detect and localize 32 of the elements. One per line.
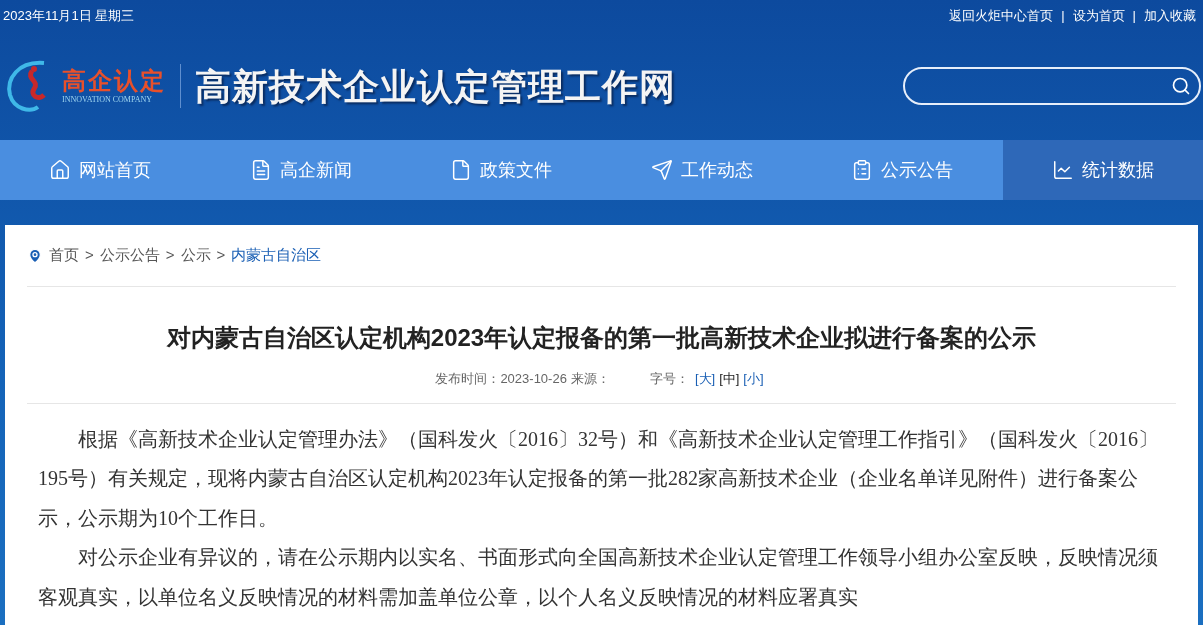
link-separator: | xyxy=(1061,7,1065,26)
source-label: 来源： xyxy=(570,370,610,388)
home-icon xyxy=(49,159,72,181)
font-size-link[interactable]: [大] xyxy=(694,369,716,389)
logo-text: 高企认定 xyxy=(62,68,166,93)
font-size-link[interactable]: [中] xyxy=(719,369,740,389)
nav-tab[interactable]: 统计数据 xyxy=(1002,140,1203,200)
publish-date: 发布时间：2023-10-26 xyxy=(435,370,567,388)
breadcrumb-separator: > xyxy=(165,245,175,266)
breadcrumb-separator: > xyxy=(85,245,94,266)
breadcrumb-separator: > xyxy=(216,245,226,266)
date-text: 2023年11月1日 星期三 xyxy=(3,7,135,26)
breadcrumb-link[interactable]: 公示 xyxy=(180,244,211,267)
breadcrumb-link[interactable]: 内蒙古自治区 xyxy=(231,244,322,267)
logo-subtext: INNOVATION COMPANY xyxy=(62,95,153,104)
site-title: 高新技术企业认定管理工作网 xyxy=(195,64,676,109)
article-paragraph: 对公示企业有异议的，请在公示期内以实名、书面形式向全国高新技术企业认定管理工作领导小组办公室反映，反映情况须客观真实，以单位名义反映情况的材料需加盖单位公章，以个人名义反映情况的材料应署真实 xyxy=(38,545,1159,610)
paper-plane-icon xyxy=(650,159,673,181)
breadcrumb-link[interactable]: 首页 xyxy=(49,244,79,267)
search-field[interactable] xyxy=(903,67,1201,105)
header-link[interactable]: 加入收藏 xyxy=(1144,6,1196,26)
header-link[interactable]: 设为首页 xyxy=(1072,6,1125,26)
line-chart-icon xyxy=(1051,159,1074,181)
search-icon[interactable] xyxy=(1171,76,1191,96)
header-link[interactable]: 返回火炬中心首页 xyxy=(949,6,1054,26)
font-size-link[interactable]: [小] xyxy=(743,369,764,389)
breadcrumb-link[interactable]: 公示公告 xyxy=(99,244,160,267)
link-separator: | xyxy=(1132,7,1136,26)
article-title: 对内蒙古自治区认定机构2023年认定报备的第一批高新技术企业拟进行备案的公示 xyxy=(166,323,1037,353)
article-paragraph: 根据《高新技术企业认定管理办法》（国科发火〔2016〕32号）和《高新技术企业认定管理工作指引》（国科发火〔2016〕195号）有关规定，现将内蒙古自治区认定机构2023年认定报备的第一批282家高新技术企业（企业名单详见附件）进行备案公示，公示期为10个工作日。 xyxy=(38,426,1159,531)
font-size-label: 字号： xyxy=(649,370,689,388)
location-pin-icon xyxy=(27,247,43,264)
